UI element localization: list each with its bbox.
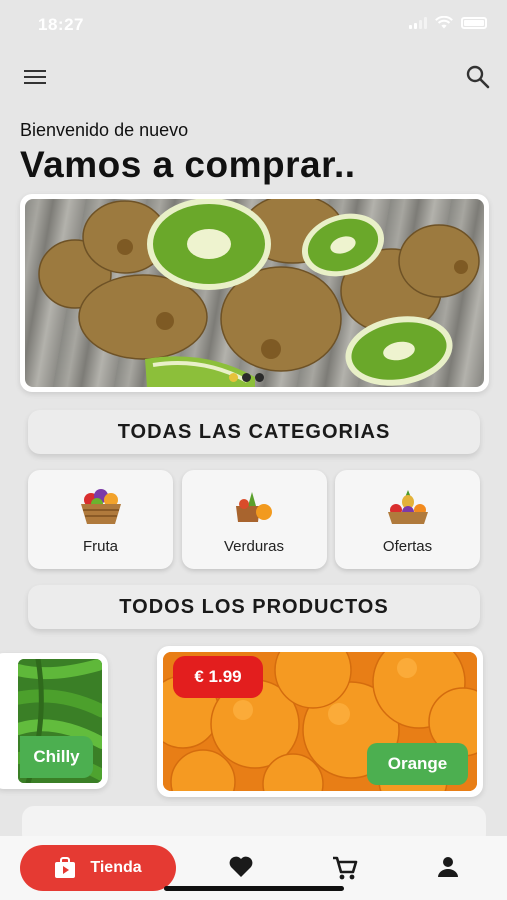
categories-heading: TODAS LAS CATEGORIAS	[28, 410, 480, 454]
vegetables-icon	[236, 492, 272, 522]
status-icons	[409, 16, 487, 29]
category-fruta[interactable]: Fruta	[28, 470, 173, 569]
search-button[interactable]	[465, 64, 491, 90]
price-badge: € 1.99	[173, 656, 263, 698]
nav-tienda-label: Tienda	[90, 859, 142, 876]
welcome-text: Bienvenido de nuevo	[20, 120, 189, 140]
search-icon	[466, 65, 490, 89]
promo-banner[interactable]	[20, 194, 489, 392]
offers-basket-icon	[387, 490, 428, 524]
store-icon	[55, 857, 76, 878]
products-heading: TODOS LOS PRODUCTOS	[28, 585, 480, 629]
kiwi-image	[38, 199, 480, 387]
carousel-indicator[interactable]	[229, 373, 264, 382]
category-list: Fruta Verduras Ofertas	[28, 470, 480, 569]
nav-tienda-button[interactable]: Tienda	[20, 845, 176, 891]
page-title: Vamos a comprar..	[20, 144, 356, 185]
status-bar: 18:27	[0, 0, 507, 50]
category-label: Ofertas	[382, 538, 433, 555]
product-name-orange: Orange	[367, 743, 468, 785]
profile-icon[interactable]	[437, 855, 459, 879]
category-ofertas[interactable]: Ofertas	[335, 470, 480, 569]
signal-icon	[409, 16, 427, 29]
wifi-icon	[435, 16, 453, 29]
hamburger-icon	[24, 70, 46, 84]
heart-icon[interactable]	[228, 855, 254, 879]
menu-button[interactable]	[24, 68, 48, 86]
carousel-dot[interactable]	[229, 373, 238, 382]
product-name-chilly: Chilly	[20, 736, 93, 778]
category-label: Verduras	[223, 538, 285, 555]
carousel-dot[interactable]	[242, 373, 251, 382]
category-verduras[interactable]: Verduras	[181, 470, 327, 569]
carousel-dot[interactable]	[255, 373, 264, 382]
banner-image	[25, 199, 484, 387]
category-label: Fruta	[82, 538, 118, 555]
status-time: 18:27	[38, 15, 84, 34]
cart-icon[interactable]	[332, 855, 358, 881]
home-indicator	[164, 886, 344, 891]
battery-icon	[461, 16, 487, 29]
fruit-basket-icon	[80, 489, 121, 524]
